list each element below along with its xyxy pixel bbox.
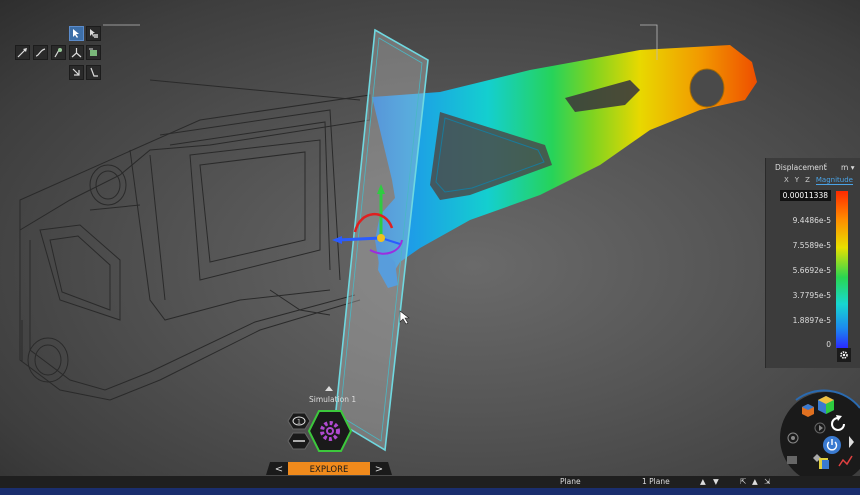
3d-viewport[interactable]: Displacement ⋮ m ▾ X Y Z Magnitude 0.000…	[0, 0, 860, 483]
legend-settings-gear-icon[interactable]	[837, 348, 851, 362]
shading-icon[interactable]	[819, 458, 829, 469]
window-bottom-strip	[0, 488, 860, 495]
display-settings-icon[interactable]	[787, 456, 797, 464]
explore-label[interactable]: EXPLORE	[310, 465, 349, 475]
minimize-hex[interactable]	[287, 432, 311, 450]
legend-color-bar	[836, 191, 848, 348]
legend-value: 1.8897e-5	[792, 316, 831, 325]
legend-value: 9.4486e-5	[792, 216, 831, 225]
legend-value: 5.6692e-5	[792, 266, 831, 275]
tab-z[interactable]: Z	[805, 176, 810, 185]
legend-title[interactable]: Displacement	[775, 163, 827, 172]
legend-value: 7.5589e-5	[792, 241, 831, 250]
model-scene[interactable]	[0, 0, 860, 483]
radial-view-menu	[780, 389, 860, 483]
legend-max-value[interactable]: 0.00011338	[779, 190, 831, 201]
explore-next-button[interactable]: >	[375, 464, 383, 475]
mouse-cursor-icon	[399, 310, 410, 325]
simulation-up-arrow-icon[interactable]	[325, 386, 333, 391]
select-box-icon[interactable]	[86, 26, 101, 41]
tab-x[interactable]: X	[784, 176, 789, 185]
displacement-legend: Displacement ⋮ m ▾ X Y Z Magnitude 0.000…	[765, 158, 860, 368]
select-arrow-icon[interactable]	[69, 26, 84, 41]
run-simulation-gear-icon[interactable]	[307, 410, 353, 452]
selection-up-icon[interactable]: ▲	[700, 477, 706, 486]
select-all-icon[interactable]: ▲	[752, 477, 758, 486]
legend-unit-select[interactable]: m ▾	[841, 163, 854, 172]
legend-menu-icon[interactable]: ⋮	[822, 162, 830, 171]
move-tool-icon[interactable]	[69, 65, 84, 80]
selection-down-icon[interactable]: ▼	[713, 477, 719, 486]
explore-bar: < EXPLORE >	[266, 462, 392, 475]
run-count-text: 1	[297, 418, 301, 426]
status-bar: Plane 1 Plane ▲ ▼ ⇱ ▲ ⇲	[0, 476, 860, 488]
select-lasso-icon[interactable]: ⇲	[764, 477, 770, 486]
simulation-hex-controls: 1	[287, 410, 353, 452]
selection-count: 1 Plane	[642, 477, 670, 486]
legend-value: 3.7795e-5	[792, 291, 831, 300]
measure-arrow-icon[interactable]	[15, 45, 30, 60]
wireframe-part	[19, 79, 371, 401]
run-count-hex[interactable]: 1	[287, 412, 311, 430]
probe-icon[interactable]	[51, 45, 66, 60]
selection-type: Plane	[560, 477, 581, 486]
simulation-label: Simulation 1	[309, 395, 357, 404]
triad-icon[interactable]	[69, 45, 84, 60]
add-part-icon[interactable]	[86, 45, 101, 60]
select-filter-icon[interactable]: ⇱	[740, 477, 746, 486]
sketch-curve-icon[interactable]	[33, 45, 48, 60]
tab-magnitude[interactable]: Magnitude	[815, 176, 853, 185]
legend-component-tabs: X Y Z Magnitude	[784, 176, 853, 185]
result-contour-part	[372, 45, 757, 288]
legend-min-value[interactable]: 0	[826, 340, 831, 349]
reaction-icon[interactable]	[86, 65, 101, 80]
tab-y[interactable]: Y	[795, 176, 799, 185]
explore-prev-button[interactable]: <	[275, 464, 283, 475]
power-home-icon[interactable]	[823, 436, 841, 454]
